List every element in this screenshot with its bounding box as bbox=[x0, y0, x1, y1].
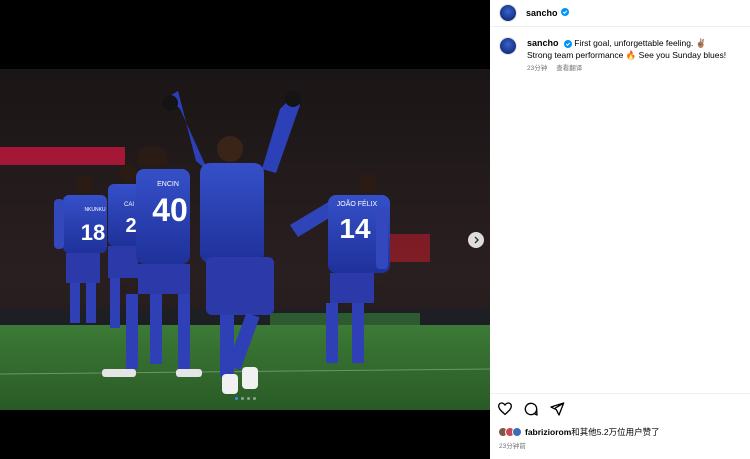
caption-block: sancho First goal, unforgettable feeling… bbox=[490, 27, 750, 75]
verified-badge-icon bbox=[563, 39, 572, 48]
jersey-number-4: 14 bbox=[339, 213, 371, 244]
caption-line-2: Strong team performance 🔥 See you Sunday… bbox=[527, 50, 727, 60]
jersey-name-1: NKUNKU bbox=[84, 207, 106, 213]
football-celebration-photo: 18 NKUNKU 2 CAI 40 ENCIN 14 JOÃO FÉLIX bbox=[0, 69, 490, 410]
chevron-right-icon bbox=[474, 236, 479, 244]
post-media: 18 NKUNKU 2 CAI 40 ENCIN 14 JOÃO FÉLIX bbox=[0, 0, 490, 459]
post-header: sancho bbox=[490, 0, 750, 27]
likes-count-text[interactable]: 和其他5.2万位用户赞了 bbox=[571, 427, 659, 437]
see-translation-link[interactable]: 查看翻译 bbox=[556, 63, 582, 75]
caption-username[interactable]: sancho bbox=[527, 38, 559, 48]
heart-icon[interactable] bbox=[497, 401, 513, 417]
carousel-dot bbox=[246, 397, 250, 400]
header-username[interactable]: sancho bbox=[526, 8, 558, 18]
carousel-dot bbox=[234, 397, 238, 400]
jersey-name-2: CAI bbox=[124, 202, 134, 208]
post-detail-panel: sancho sancho First goal, unforgettable … bbox=[490, 0, 750, 459]
actions-divider bbox=[490, 393, 750, 394]
caption-line-1: First goal, unforgettable feeling. ✌🏽 bbox=[574, 38, 707, 48]
jersey-number-2: 2 bbox=[125, 215, 136, 237]
caption-timestamp[interactable]: 23分钟 bbox=[527, 63, 547, 75]
post-photo: 18 NKUNKU 2 CAI 40 ENCIN 14 JOÃO FÉLIX bbox=[0, 69, 490, 410]
liked-by-username[interactable]: fabriziorom bbox=[525, 427, 571, 437]
liker-avatars bbox=[498, 427, 522, 437]
avatar[interactable] bbox=[499, 4, 517, 22]
likes-summary[interactable]: fabriziorom和其他5.2万位用户赞了 bbox=[498, 426, 660, 438]
jersey-number-1: 18 bbox=[81, 220, 105, 245]
caption-avatar[interactable] bbox=[499, 37, 517, 55]
verified-badge-icon bbox=[561, 8, 569, 16]
carousel-dot bbox=[252, 397, 256, 400]
post-timestamp[interactable]: 23分钟前 bbox=[499, 440, 526, 450]
post-actions bbox=[497, 401, 565, 417]
carousel-dot bbox=[240, 397, 244, 400]
jersey-number-3: 40 bbox=[152, 192, 188, 228]
jersey-name-3: ENCIN bbox=[157, 181, 179, 188]
next-slide-button[interactable] bbox=[468, 232, 484, 248]
jersey-name-4: JOÃO FÉLIX bbox=[337, 199, 378, 208]
send-icon[interactable] bbox=[549, 401, 565, 417]
carousel-indicator bbox=[0, 397, 490, 400]
avatar bbox=[512, 427, 522, 437]
comment-icon[interactable] bbox=[523, 401, 539, 417]
